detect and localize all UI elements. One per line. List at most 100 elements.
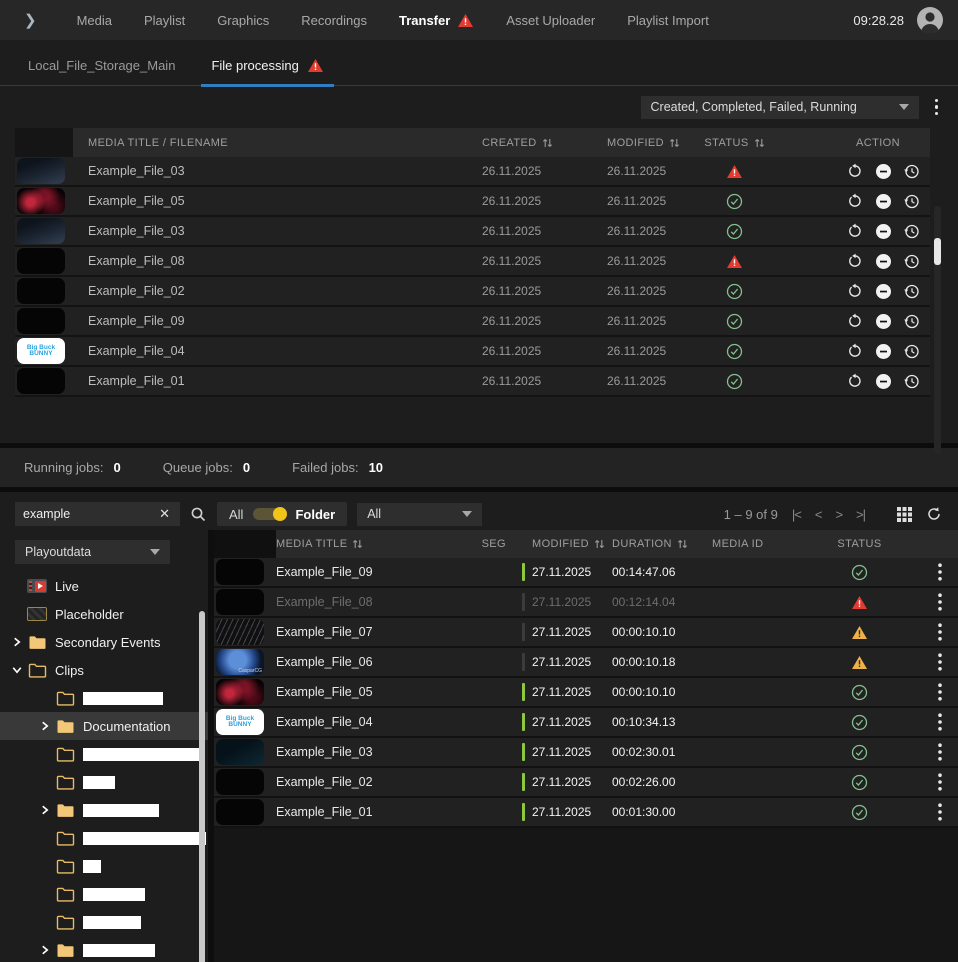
tree-item-redacted[interactable]	[0, 880, 208, 908]
retry-button[interactable]	[846, 342, 864, 360]
refresh-icon[interactable]	[926, 506, 942, 522]
column-duration[interactable]: DURATION	[612, 538, 712, 550]
nav-item-media[interactable]: Media	[77, 13, 112, 28]
column-status[interactable]: STATUS	[697, 137, 772, 149]
tree-item-redacted[interactable]	[0, 796, 208, 824]
media-row[interactable]: CasparCGExample_File_0627.11.202500:00:1…	[214, 648, 958, 678]
toggle-label-all[interactable]: All	[229, 507, 243, 522]
column-created[interactable]: CREATED	[467, 137, 592, 149]
retry-button[interactable]	[846, 252, 864, 270]
panel-menu-button[interactable]	[931, 97, 943, 118]
transfer-row[interactable]: Example_File_0326.11.202526.11.2025	[15, 157, 930, 187]
search-input[interactable]	[23, 507, 157, 521]
search-icon[interactable]	[190, 506, 207, 523]
row-menu-button[interactable]	[917, 653, 958, 671]
remove-button[interactable]	[874, 342, 892, 360]
retry-button[interactable]	[846, 312, 864, 330]
history-button[interactable]	[902, 222, 920, 240]
sidebar-expand-icon[interactable]: ❯	[24, 11, 37, 29]
column-modified[interactable]: MODIFIED	[592, 137, 697, 149]
chevron-right-icon[interactable]	[36, 944, 54, 956]
prev-page-icon[interactable]: <	[815, 507, 822, 522]
chevron-right-icon[interactable]	[36, 720, 54, 732]
media-row[interactable]: Example_File_0927.11.202500:14:47.06	[214, 558, 958, 588]
remove-button[interactable]	[874, 312, 892, 330]
tree-item-redacted[interactable]	[0, 824, 208, 852]
transfer-row[interactable]: Big BuckBUNNYExample_File_0426.11.202526…	[15, 337, 930, 367]
row-menu-button[interactable]	[917, 743, 958, 761]
remove-button[interactable]	[874, 252, 892, 270]
transfer-row[interactable]: Example_File_0326.11.202526.11.2025	[15, 217, 930, 247]
tree-item-live[interactable]: Live	[0, 572, 208, 600]
media-row[interactable]: Example_File_0327.11.202500:02:30.01	[214, 738, 958, 768]
media-row[interactable]: Example_File_0127.11.202500:01:30.00	[214, 798, 958, 828]
tree-item-redacted[interactable]	[0, 740, 208, 768]
tree-item-documentation[interactable]: Documentation	[0, 712, 208, 740]
tree-item-placeholder[interactable]: Placeholder	[0, 600, 208, 628]
retry-button[interactable]	[846, 222, 864, 240]
next-page-icon[interactable]: >	[835, 507, 842, 522]
grid-view-icon[interactable]	[897, 507, 912, 522]
nav-item-transfer[interactable]: Transfer	[399, 13, 474, 28]
tree-item-redacted[interactable]	[0, 936, 208, 962]
root-select-dropdown[interactable]: Playoutdata	[15, 540, 170, 564]
column-media-title[interactable]: MEDIA TITLE SEG	[276, 538, 522, 550]
transfer-row[interactable]: Example_File_0226.11.202526.11.2025	[15, 277, 930, 307]
remove-button[interactable]	[874, 162, 892, 180]
status-filter-dropdown[interactable]: Created, Completed, Failed, Running	[641, 96, 919, 119]
retry-button[interactable]	[846, 372, 864, 390]
tree-item-redacted[interactable]	[0, 684, 208, 712]
type-filter-dropdown[interactable]: All	[357, 503, 482, 526]
nav-item-playlist[interactable]: Playlist	[144, 13, 185, 28]
history-button[interactable]	[902, 372, 920, 390]
row-menu-button[interactable]	[917, 773, 958, 791]
history-button[interactable]	[902, 282, 920, 300]
retry-button[interactable]	[846, 282, 864, 300]
row-menu-button[interactable]	[917, 563, 958, 581]
media-row[interactable]: Example_File_0527.11.202500:00:10.10	[214, 678, 958, 708]
row-menu-button[interactable]	[917, 713, 958, 731]
retry-button[interactable]	[846, 162, 864, 180]
row-menu-button[interactable]	[917, 803, 958, 821]
nav-item-playlist-import[interactable]: Playlist Import	[627, 13, 709, 28]
first-page-icon[interactable]: |<	[792, 507, 801, 522]
row-menu-button[interactable]	[917, 623, 958, 641]
transfer-scrollbar[interactable]	[934, 206, 941, 454]
user-avatar[interactable]	[916, 6, 944, 34]
media-row[interactable]: Big BuckBUNNYExample_File_0427.11.202500…	[214, 708, 958, 738]
history-button[interactable]	[902, 312, 920, 330]
chevron-right-icon[interactable]	[36, 804, 54, 816]
transfer-row[interactable]: Example_File_0926.11.202526.11.2025	[15, 307, 930, 337]
nav-item-graphics[interactable]: Graphics	[217, 13, 269, 28]
chevron-right-icon[interactable]	[8, 636, 26, 648]
media-row[interactable]: Example_File_0227.11.202500:02:26.00	[214, 768, 958, 798]
tree-item-redacted[interactable]	[0, 908, 208, 936]
nav-item-recordings[interactable]: Recordings	[301, 13, 367, 28]
transfer-row[interactable]: Example_File_0826.11.202526.11.2025	[15, 247, 930, 277]
transfer-row[interactable]: Example_File_0126.11.202526.11.2025	[15, 367, 930, 397]
remove-button[interactable]	[874, 222, 892, 240]
media-row[interactable]: Example_File_0827.11.202500:12:14.04	[214, 588, 958, 618]
tree-item-redacted[interactable]	[0, 852, 208, 880]
remove-button[interactable]	[874, 372, 892, 390]
scope-toggle[interactable]	[253, 508, 285, 520]
tree-item-clips[interactable]: Clips	[0, 656, 208, 684]
tree-item-redacted[interactable]	[0, 768, 208, 796]
transfer-row[interactable]: Example_File_0526.11.202526.11.2025	[15, 187, 930, 217]
row-menu-button[interactable]	[917, 593, 958, 611]
history-button[interactable]	[902, 342, 920, 360]
row-menu-button[interactable]	[917, 683, 958, 701]
tab-local_file_storage_main[interactable]: Local_File_Storage_Main	[24, 56, 179, 85]
history-button[interactable]	[902, 192, 920, 210]
history-button[interactable]	[902, 252, 920, 270]
tree-item-secondary-events[interactable]: Secondary Events	[0, 628, 208, 656]
last-page-icon[interactable]: >|	[856, 507, 865, 522]
history-button[interactable]	[902, 162, 920, 180]
clear-search-icon[interactable]: ✕	[157, 506, 172, 522]
retry-button[interactable]	[846, 192, 864, 210]
chevron-down-icon[interactable]	[8, 664, 26, 676]
sidebar-scrollbar[interactable]	[199, 611, 205, 962]
toggle-label-folder[interactable]: Folder	[295, 507, 335, 522]
remove-button[interactable]	[874, 282, 892, 300]
nav-item-asset-uploader[interactable]: Asset Uploader	[506, 13, 595, 28]
